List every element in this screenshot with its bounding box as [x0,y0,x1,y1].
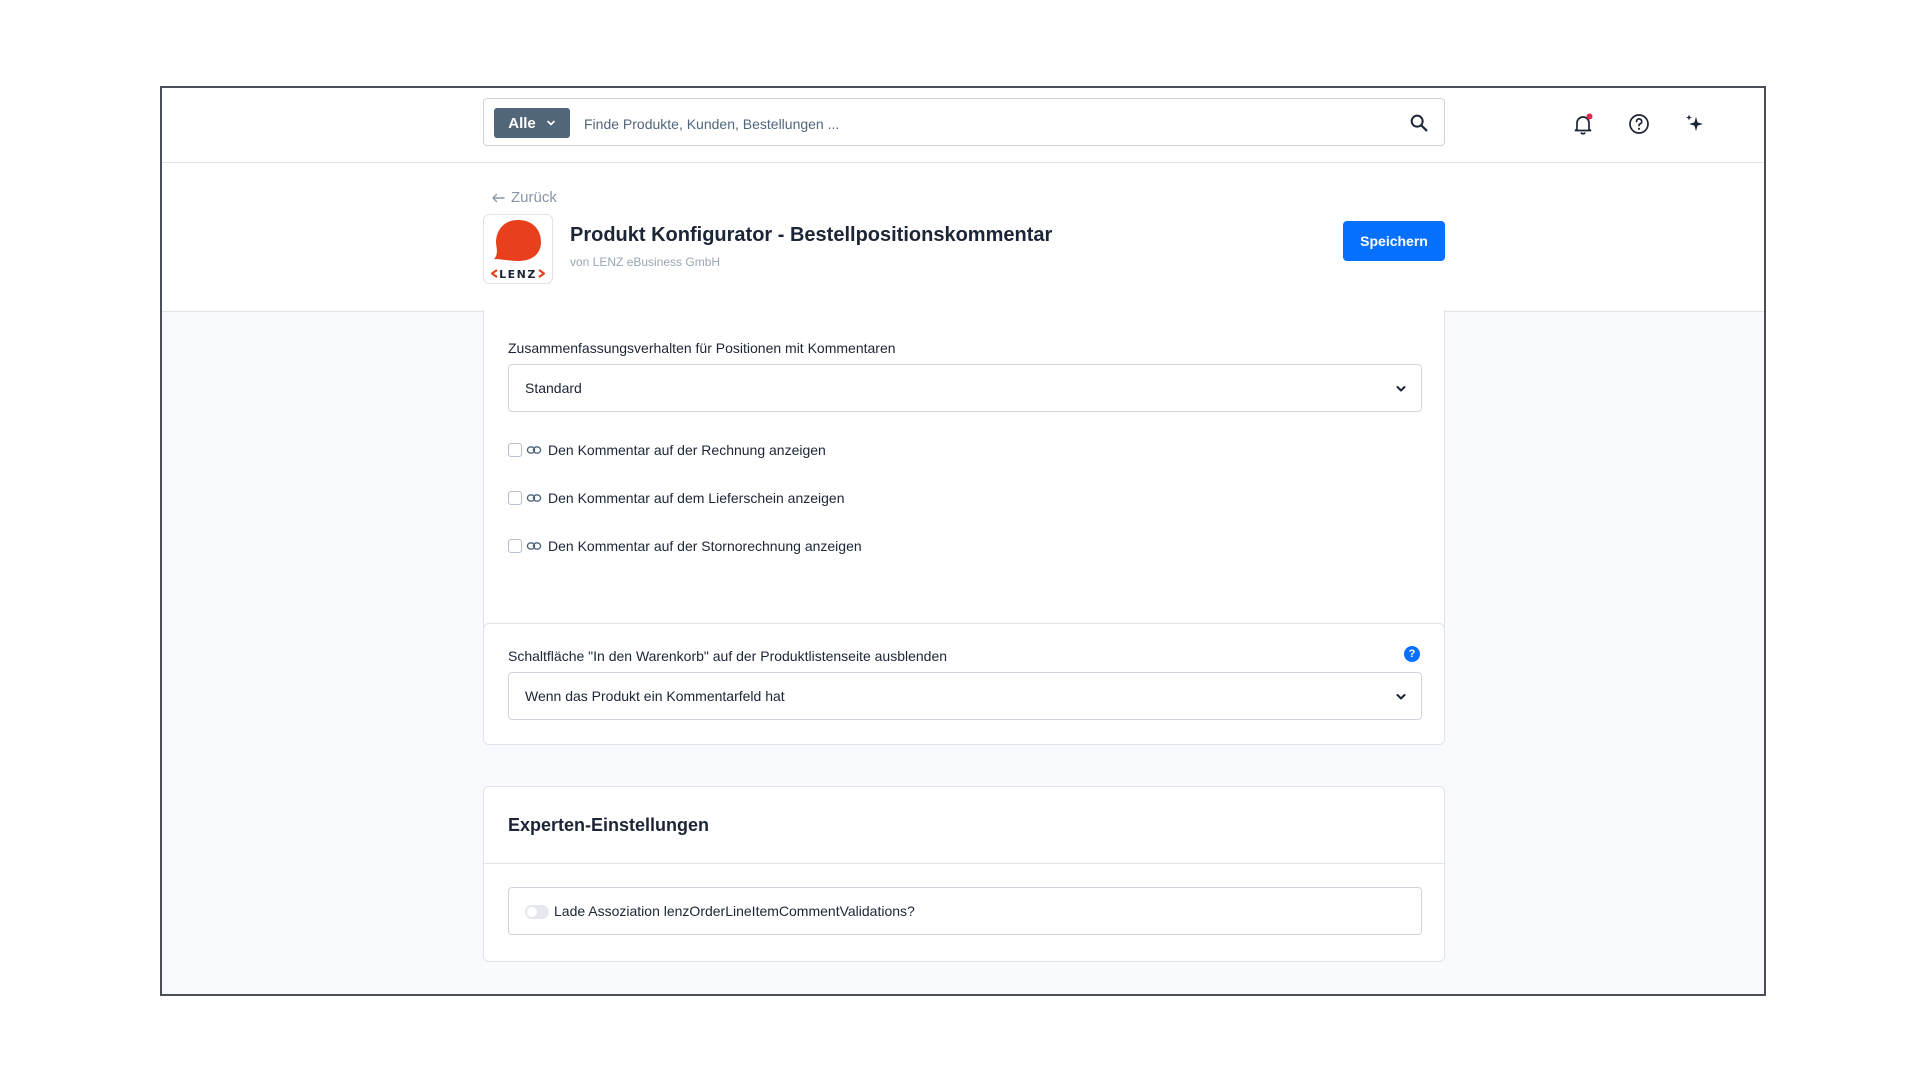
association-toggle-switch[interactable] [525,905,549,919]
search-filter-dropdown[interactable]: Alle [494,108,570,138]
checkbox-label: Den Kommentar auf der Stornorechnung anz… [548,538,862,554]
global-search: Alle [483,98,1445,146]
app-author: von LENZ eBusiness GmbH [570,255,721,269]
hide-cart-button-value: Wenn das Produkt ein Kommentarfeld hat [525,688,785,704]
search-input[interactable] [582,107,1386,141]
arrow-left-icon [492,193,505,202]
checkbox-label: Den Kommentar auf der Rechnung anzeigen [548,442,826,458]
back-link-label: Zurück [511,189,557,206]
checkbox-row-delivery-note: Den Kommentar auf dem Lieferschein anzei… [508,488,845,508]
hide-cart-button-select[interactable]: Wenn das Produkt ein Kommentarfeld hat [508,672,1422,720]
link-inherit-icon[interactable] [526,492,542,504]
expert-settings-card: Experten-Einstellungen Lade Assoziation … [483,786,1445,962]
app-window: Alle Finde Produkte, Kunden, Bestellunge… [160,86,1766,996]
link-inherit-icon[interactable] [526,444,542,456]
bell-icon[interactable] [1571,112,1595,136]
notification-dot [1586,113,1593,120]
page-title: Produkt Konfigurator - Bestellpositionsk… [570,224,1053,246]
logo-text: LENZ [499,268,537,281]
show-comment-delivery-note-checkbox[interactable] [508,491,522,505]
association-toggle-field: Lade Assoziation lenzOrderLineItemCommen… [508,887,1422,935]
checkbox-label: Den Kommentar auf dem Lieferschein anzei… [548,490,845,506]
cart-button-settings-card: Schaltfläche "In den Warenkorb" auf der … [483,623,1445,745]
save-button[interactable]: Speichern [1343,221,1445,261]
search-icon[interactable] [1408,112,1430,134]
app-logo: LENZ [483,214,553,284]
help-icon[interactable]: ? [1404,646,1420,662]
link-inherit-icon[interactable] [526,540,542,552]
help-circle-icon[interactable] [1627,112,1651,136]
association-toggle-label: Lade Assoziation lenzOrderLineItemCommen… [554,903,915,919]
divider [484,863,1444,864]
summary-behavior-label: Zusammenfassungsverhalten für Positionen… [508,340,896,356]
chevron-down-icon [546,120,555,126]
top-bar: Alle [162,88,1764,163]
back-link[interactable]: Zurück [491,189,557,206]
ai-sparkle-icon[interactable] [1683,112,1707,136]
show-comment-cancellation-invoice-checkbox[interactable] [508,539,522,553]
summary-settings-card: Zusammenfassungsverhalten für Positionen… [483,310,1445,668]
search-filter-label: Alle [508,114,536,132]
chevron-down-icon [1396,386,1406,392]
hide-cart-button-label: Schaltfläche "In den Warenkorb" auf der … [508,648,948,664]
summary-behavior-value: Standard [525,380,582,396]
show-comment-invoice-checkbox[interactable] [508,443,522,457]
expert-settings-title: Experten-Einstellungen [508,815,710,835]
chevron-down-icon [1396,694,1406,700]
lenz-logo-icon: LENZ [490,220,546,281]
checkbox-row-invoice: Den Kommentar auf der Rechnung anzeigen [508,440,826,460]
checkbox-row-cancellation-invoice: Den Kommentar auf der Stornorechnung anz… [508,536,862,556]
summary-behavior-select[interactable]: Standard [508,364,1422,412]
